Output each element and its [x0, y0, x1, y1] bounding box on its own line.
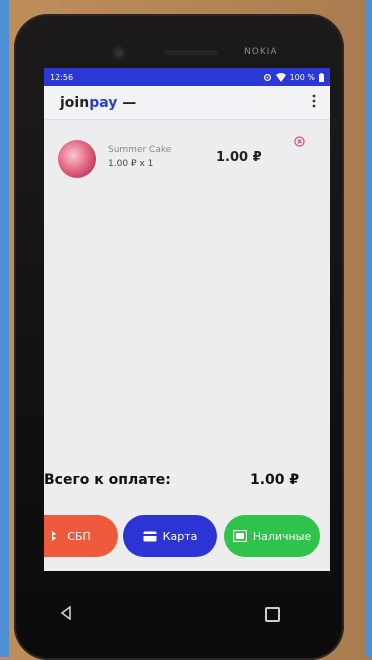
product-thumbnail: [58, 140, 96, 178]
recents-nav-icon[interactable]: [265, 607, 280, 622]
pay-card-button[interactable]: Карта: [123, 515, 217, 557]
cash-icon: [232, 530, 247, 542]
sync-icon: [263, 73, 271, 81]
pay-sbp-label: СБП: [67, 529, 91, 543]
battery-percent: 100 %: [289, 72, 315, 82]
card-icon: [143, 531, 157, 541]
status-time: 12:56: [50, 72, 74, 82]
total-value: 1.00 ₽: [250, 472, 300, 488]
product-name: Summer Cake: [108, 145, 172, 155]
remove-item-icon[interactable]: [294, 136, 305, 147]
earpiece-speaker: [164, 50, 218, 55]
joinpay-logo: joinpay —: [60, 94, 137, 111]
front-camera: [112, 46, 126, 60]
status-bar: 12:56 100 %: [44, 68, 330, 86]
total-row: Всего к оплате: 1.00 ₽: [44, 468, 330, 492]
pay-sbp-button[interactable]: СБП: [44, 515, 118, 557]
app-screen: 12:56 100 % joinpay — Summer Cake 1.00 ₽…: [44, 68, 330, 571]
sbp-icon: [52, 531, 57, 541]
product-price-qty: 1.00 ₽ x 1: [108, 159, 154, 169]
pay-cash-label: Наличные: [252, 529, 312, 543]
device-brand: NOKIA: [244, 47, 278, 57]
cart-item[interactable]: Summer Cake 1.00 ₽ x 1 1.00 ₽: [58, 136, 320, 188]
status-icons: 100 %: [263, 72, 324, 82]
app-header: joinpay —: [44, 86, 330, 120]
more-vert-icon[interactable]: [308, 94, 320, 112]
wifi-icon: [275, 72, 286, 82]
pay-cash-button[interactable]: Наличные: [224, 515, 320, 557]
left-border: [0, 0, 9, 657]
back-nav-icon[interactable]: [60, 606, 72, 620]
pay-card-label: Карта: [162, 529, 198, 543]
right-border: [366, 0, 372, 657]
product-total: 1.00 ₽: [216, 150, 262, 165]
battery-icon: [319, 72, 324, 82]
total-label: Всего к оплате:: [44, 472, 171, 488]
